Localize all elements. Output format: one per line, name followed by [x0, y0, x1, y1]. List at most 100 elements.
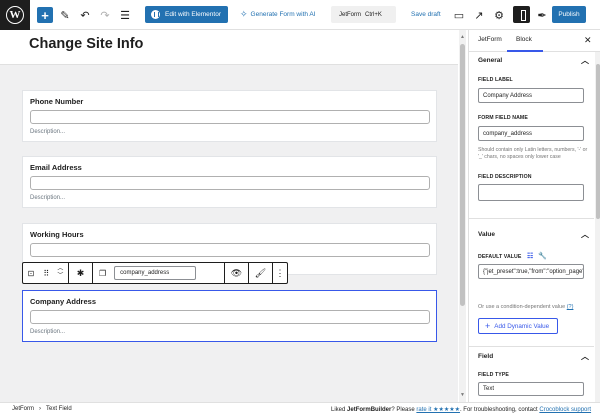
field-name-toolbar-group: ❐ company_address: [93, 263, 225, 283]
field-block-email-address[interactable]: Email Address Description...: [22, 156, 437, 208]
credit-middle: ? Please: [391, 407, 417, 413]
elementor-button-label: Edit with Elementor: [165, 11, 221, 18]
required-asterisk-icon[interactable]: ✱: [69, 263, 93, 283]
form-field-name-heading: FORM FIELD NAME: [478, 115, 528, 121]
field-block-phone-number[interactable]: Phone Number Description...: [22, 90, 437, 142]
redo-icon[interactable]: ↷: [97, 7, 113, 23]
publish-button[interactable]: Publish: [552, 6, 586, 23]
status-footer: JetForm › Text Field Liked JetFormBuilder?…: [0, 402, 600, 414]
default-value-input[interactable]: {"jet_preset":true,"from":"option_page": [478, 264, 584, 279]
default-value-label: DEFAULT VALUE: [478, 254, 522, 260]
chevron-up-icon: ︿: [581, 352, 589, 361]
field-block-company-address[interactable]: Company Address Description...: [22, 290, 437, 342]
elementor-icon: [151, 10, 160, 19]
field-label-heading: FIELD LABEL: [478, 77, 513, 83]
breadcrumb-current[interactable]: Text Field: [46, 406, 72, 412]
scroll-down-icon[interactable]: ▼: [460, 392, 465, 398]
external-link-icon[interactable]: ↗: [471, 7, 487, 23]
credit-prefix: Liked: [331, 407, 348, 413]
scroll-up-icon[interactable]: ▲: [460, 34, 465, 40]
text-input[interactable]: [30, 110, 430, 124]
field-label: Company Address: [30, 297, 96, 306]
jetform-settings-icon[interactable]: ⚙: [491, 7, 507, 23]
tab-block[interactable]: Block: [516, 36, 532, 43]
panel-general-toggle[interactable]: General ︿: [469, 52, 594, 70]
save-draft-button[interactable]: Save draft: [411, 6, 441, 23]
field-type-heading: FIELD TYPE: [478, 372, 509, 378]
drag-handle-icon[interactable]: ⠿: [43, 269, 49, 278]
close-icon[interactable]: ✕: [584, 35, 592, 46]
sidebar-scroll-thumb[interactable]: [596, 64, 600, 219]
breadcrumb: JetForm › Text Field: [12, 406, 72, 412]
generate-form-ai-button[interactable]: ✧ Generate Form with AI: [240, 6, 316, 23]
editor-header: W + ✎ ↶ ↷ ☰ Edit with Elementor ✧ Genera…: [0, 0, 600, 30]
condition-dependent-text: Or use a condition-dependent value (?): [478, 304, 573, 310]
editor-scrollbar[interactable]: ▲ ▼: [459, 30, 466, 402]
credits-text: Liked JetFormBuilder? Please rate it ★★★…: [331, 406, 591, 413]
database-icon[interactable]: ☷: [527, 253, 533, 260]
more-options-icon[interactable]: ⋮: [273, 263, 287, 283]
panel-title: Value: [478, 231, 495, 238]
field-description: Description...: [30, 129, 66, 135]
block-mover: ⊡ ⠿ ︿ ﹀: [23, 263, 69, 283]
undo-icon[interactable]: ↶: [77, 7, 93, 23]
add-block-button[interactable]: +: [37, 7, 53, 23]
clear-brush-icon[interactable]: 🖌: [249, 263, 273, 283]
wordpress-icon: W: [6, 6, 24, 24]
field-label: Working Hours: [30, 230, 84, 239]
command-palette-button[interactable]: JetForm Ctrl+K: [331, 6, 396, 23]
field-name-input[interactable]: company_address: [114, 266, 197, 280]
field-description-input[interactable]: [478, 184, 584, 201]
wrench-icon[interactable]: 🔧: [538, 253, 547, 260]
field-label-input[interactable]: Company Address: [478, 88, 584, 103]
edit-with-elementor-button[interactable]: Edit with Elementor: [145, 6, 228, 23]
text-field-block-icon[interactable]: ⊡: [28, 269, 35, 278]
support-link[interactable]: Crocoblock support: [539, 407, 591, 413]
generate-form-label: Generate Form with AI: [250, 11, 316, 18]
breadcrumb-root[interactable]: JetForm: [12, 406, 34, 412]
credit-brand: JetFormBuilder: [347, 407, 392, 413]
default-value-heading: DEFAULT VALUE ☷ 🔧: [478, 252, 547, 260]
panel-value-toggle[interactable]: Value ︿: [469, 226, 594, 244]
field-description: Description...: [30, 195, 66, 201]
rate-link[interactable]: rate it ★★★★★: [416, 407, 460, 413]
field-description-heading: FIELD DESCRIPTION: [478, 174, 532, 180]
document-overview-icon[interactable]: ☰: [117, 7, 133, 23]
field-label: Email Address: [30, 163, 82, 172]
tab-jetform[interactable]: JetForm: [478, 36, 502, 43]
chevron-up-icon: ︿: [581, 230, 589, 239]
plus-icon: +: [485, 321, 491, 331]
field-description: Description...: [30, 329, 66, 335]
panel-title: General: [478, 57, 503, 64]
condition-help-link[interactable]: (?): [567, 304, 574, 310]
add-dynamic-label: Add Dynamic Value: [494, 322, 550, 330]
visibility-eye-icon[interactable]: 👁: [225, 263, 249, 283]
panel-title: Field: [478, 353, 494, 360]
pencil-icon[interactable]: ✎: [57, 7, 73, 23]
field-name-help-text: Should contain only Latin letters, numbe…: [478, 147, 588, 160]
move-up-down-icon[interactable]: ︿ ﹀: [57, 266, 63, 280]
field-type-select[interactable]: Text: [478, 382, 584, 396]
styles-pen-icon[interactable]: ✒: [534, 7, 550, 23]
copy-icon[interactable]: ❐: [99, 269, 106, 278]
text-input[interactable]: [30, 176, 430, 190]
block-toolbar: ⊡ ⠿ ︿ ﹀ ✱ ❐ company_address 👁 🖌 ⋮: [22, 262, 288, 284]
sidebar-scrollbar[interactable]: [595, 52, 600, 402]
scroll-thumb[interactable]: [460, 44, 465, 306]
sparkle-icon: ✧: [240, 9, 248, 19]
add-dynamic-value-button[interactable]: + Add Dynamic Value: [478, 318, 558, 334]
text-input[interactable]: [30, 243, 430, 257]
panel-field-toggle[interactable]: Field ︿: [469, 348, 594, 366]
text-input[interactable]: [30, 310, 430, 324]
editor-canvas: Change Site Info Phone Number Descriptio…: [0, 30, 466, 402]
wordpress-logo-button[interactable]: W: [0, 0, 30, 30]
chevron-up-icon: ︿: [581, 56, 589, 65]
command-title: JetForm: [339, 11, 362, 18]
settings-sidebar: JetForm Block ✕ General ︿ FIELD LABEL Co…: [468, 30, 600, 402]
desktop-preview-icon[interactable]: ▭: [451, 7, 467, 23]
breadcrumb-separator-icon: ›: [39, 406, 42, 412]
condition-text: Or use a condition-dependent value: [478, 304, 566, 310]
settings-sidebar-toggle-icon[interactable]: [513, 6, 530, 23]
form-field-name-input[interactable]: company_address: [478, 126, 584, 141]
page-title[interactable]: Change Site Info: [29, 36, 143, 52]
